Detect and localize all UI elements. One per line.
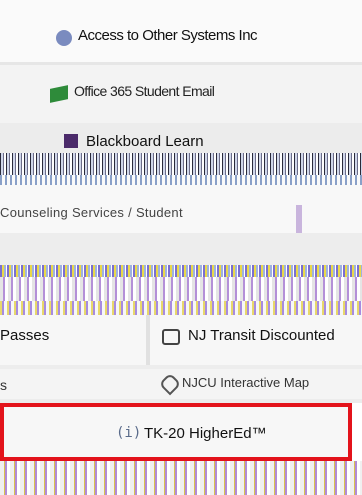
distorted-band (0, 277, 362, 301)
bus-icon (162, 329, 180, 345)
link-row-map[interactable]: s NJCU Interactive Map (0, 369, 362, 399)
row-divider (0, 233, 362, 265)
tk20-highlight-box[interactable]: (i) TK-20 HigherEd™ (0, 403, 352, 461)
link-label-passes: Passes (0, 327, 50, 344)
distorted-band (0, 461, 362, 495)
link-row-office365[interactable]: Office 365 Student Email (0, 65, 362, 123)
link-label-left-fragment: s (0, 377, 7, 393)
distorted-band (0, 301, 362, 315)
distorted-band (0, 153, 362, 175)
shield-icon (56, 30, 72, 46)
link-label-map: NJCU Interactive Map (182, 375, 310, 390)
distorted-band (0, 265, 362, 277)
map-pin-icon (158, 372, 182, 396)
link-row-counseling[interactable]: Counseling Services / Student (0, 185, 362, 233)
link-label-counseling: Counseling Services / Student (0, 205, 183, 220)
link-row-blackboard[interactable]: Blackboard Learn (0, 123, 362, 153)
link-label-systems: Access to Other Systems Inc (78, 27, 258, 44)
email-icon (50, 85, 68, 103)
link-label-nj-transit: NJ Transit Discounted (188, 327, 335, 344)
link-row-systems[interactable]: Access to Other Systems Inc (0, 0, 362, 62)
link-label-office365: Office 365 Student Email (74, 83, 215, 99)
distorted-band (0, 175, 362, 185)
info-icon: (i) (116, 425, 142, 441)
link-label-blackboard: Blackboard Learn (86, 133, 204, 150)
blackboard-icon (64, 134, 78, 148)
link-row-nj-transit[interactable]: NJ Transit Discounted (150, 315, 362, 365)
link-label-tk20: TK-20 HigherEd™ (144, 425, 267, 442)
